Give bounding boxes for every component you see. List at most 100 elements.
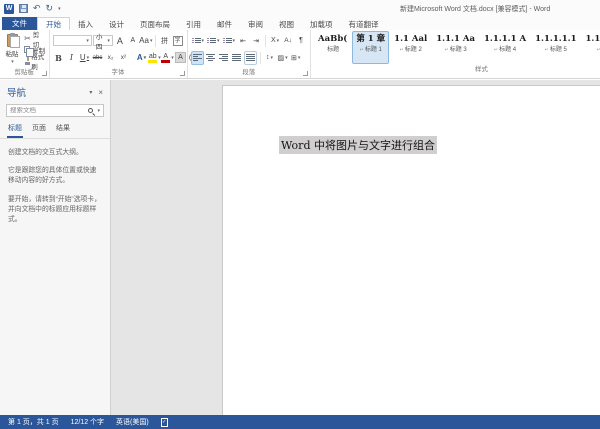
font-group: ▾ 小四 ▾ A A Aa▾ 拼 字 B I U▾ abc x₂ x²	[50, 30, 188, 78]
asian-layout-dropdown-icon[interactable]: ▾	[277, 38, 280, 44]
linked-style-marker-icon: ↵	[545, 47, 549, 53]
bullets-button[interactable]: ▾	[191, 34, 206, 48]
bullets-icon	[192, 38, 201, 43]
change-case-label: Aa	[139, 36, 149, 45]
font-color-button[interactable]: A ▾	[162, 51, 174, 65]
justify-button[interactable]	[231, 51, 243, 65]
font-name-combo[interactable]: ▾	[53, 35, 92, 46]
text-effects-dropdown-icon[interactable]: ▾	[144, 55, 147, 61]
font-size-combo[interactable]: 小四 ▾	[93, 35, 113, 46]
highlight-button[interactable]: ab ▾	[149, 51, 161, 65]
shading-button[interactable]: ▨▾	[277, 51, 289, 65]
proofing-status-icon[interactable]: ✓	[161, 418, 168, 427]
ribbon-tab[interactable]: 邮件	[209, 17, 240, 30]
line-spacing-dropdown-icon[interactable]: ▾	[270, 55, 273, 61]
cut-button[interactable]: ✂ 剪切	[24, 34, 45, 44]
multilevel-list-button[interactable]: ▾	[222, 34, 237, 48]
ribbon-tab[interactable]: 引用	[178, 17, 209, 30]
line-spacing-button[interactable]: ↕▾	[264, 51, 276, 65]
search-icon[interactable]	[88, 108, 93, 113]
text-effects-button[interactable]: A▾	[136, 51, 148, 65]
paragraph-group: ▾ ▾ ▾ ⇤ ⇥ X▾ A↓ ¶ ↕▾ ▨▾ ⊞▾	[188, 30, 312, 78]
style-gallery-item[interactable]: 第 1 章 ↵标题 1	[352, 31, 389, 64]
font-color-dropdown-icon[interactable]: ▾	[171, 55, 174, 61]
align-left-button[interactable]	[191, 51, 204, 65]
search-dropdown-icon[interactable]: ▾	[97, 108, 100, 114]
phonetic-guide-button[interactable]: 拼	[159, 34, 171, 48]
tab-file[interactable]: 文件	[2, 17, 37, 30]
change-case-button[interactable]: Aa▾	[140, 34, 152, 48]
navigation-tab[interactable]: 结果	[55, 121, 71, 138]
character-shading-icon: A	[175, 52, 186, 63]
font-size-dropdown-icon[interactable]: ▾	[107, 38, 110, 44]
paste-dropdown-icon[interactable]: ▾	[11, 59, 14, 65]
italic-button[interactable]: I	[66, 51, 78, 65]
clipboard-dialog-launcher-icon[interactable]	[42, 71, 47, 76]
word-count[interactable]: 12/12 个字	[71, 417, 104, 427]
asian-layout-button[interactable]: X▾	[269, 34, 281, 48]
numbering-dropdown-icon[interactable]: ▾	[217, 38, 220, 44]
sort-button[interactable]: A↓	[282, 34, 294, 48]
subscript-button[interactable]: x₂	[105, 51, 117, 65]
character-shading-button[interactable]: A	[175, 51, 187, 65]
document-page[interactable]: Word 中将图片与文字进行组合	[222, 85, 600, 415]
search-input[interactable]	[10, 107, 85, 114]
ribbon-tab[interactable]: 设计	[101, 17, 132, 30]
bold-button[interactable]: B	[53, 51, 65, 65]
qat-customize-dropdown-icon[interactable]: ▾	[58, 6, 61, 12]
show-hide-marks-button[interactable]: ¶	[295, 34, 307, 48]
navigation-tab[interactable]: 页面	[31, 121, 47, 138]
ribbon-tab[interactable]: 插入	[70, 17, 101, 30]
brush-icon	[24, 57, 29, 65]
decrease-indent-button[interactable]: ⇤	[237, 34, 249, 48]
style-gallery-item[interactable]: AaBb( 标题	[314, 31, 351, 64]
undo-icon[interactable]: ↶	[33, 4, 41, 13]
underline-button[interactable]: U▾	[79, 51, 91, 65]
bullets-dropdown-icon[interactable]: ▾	[202, 38, 205, 44]
style-gallery-item[interactable]: 1.1.1.1.1 ↵标题 5	[531, 31, 580, 64]
increase-indent-button[interactable]: ⇥	[250, 34, 262, 48]
numbering-button[interactable]: ▾	[206, 34, 221, 48]
navigation-options-dropdown-icon[interactable]: ▾	[89, 89, 92, 96]
ribbon-tab[interactable]: 页面布局	[132, 17, 178, 30]
shading-dropdown-icon[interactable]: ▾	[285, 55, 288, 61]
ribbon-tab[interactable]: 有道翻译	[341, 17, 387, 30]
style-gallery-item[interactable]: 1.1.1 Aa ↵标题 3	[432, 31, 479, 64]
style-name: ↵标题 3	[436, 46, 475, 55]
align-right-button[interactable]	[218, 51, 230, 65]
character-border-button[interactable]: 字	[172, 34, 184, 48]
save-icon[interactable]	[19, 4, 28, 13]
navigation-tab[interactable]: 标题	[7, 121, 23, 138]
style-gallery-item[interactable]: 1.1.1.1 A ↵标题 4	[480, 31, 530, 64]
navigation-close-icon[interactable]: ×	[98, 88, 103, 97]
document-search-box[interactable]: ▾	[6, 104, 104, 117]
ribbon-tab[interactable]: 审阅	[240, 17, 271, 30]
style-gallery-item[interactable]: 1.1 Aal ↵标题 2	[390, 31, 431, 64]
page-indicator[interactable]: 第 1 页，共 1 页	[8, 417, 59, 427]
align-right-icon	[219, 54, 228, 61]
grow-font-button[interactable]: A	[114, 34, 126, 48]
linked-style-marker-icon: ↵	[445, 47, 449, 53]
document-heading-text[interactable]: Word 中将图片与文字进行组合	[279, 136, 437, 154]
underline-dropdown-icon[interactable]: ▾	[87, 55, 90, 61]
ribbon-tab[interactable]: 视图	[271, 17, 302, 30]
language-indicator[interactable]: 英语(美国)	[116, 417, 149, 427]
change-case-dropdown-icon[interactable]: ▾	[150, 38, 153, 44]
shrink-font-button[interactable]: A	[127, 34, 139, 48]
ribbon-tab[interactable]: 加载项	[302, 17, 341, 30]
superscript-button[interactable]: x²	[118, 51, 130, 65]
multilevel-dropdown-icon[interactable]: ▾	[233, 38, 236, 44]
paragraph-dialog-launcher-icon[interactable]	[303, 71, 308, 76]
borders-button[interactable]: ⊞▾	[290, 51, 302, 65]
strikethrough-button[interactable]: abc	[92, 51, 104, 65]
format-painter-button[interactable]: 格式刷	[24, 56, 45, 66]
style-name: ↵标题 4	[484, 46, 526, 55]
distribute-button[interactable]	[244, 51, 257, 65]
font-dialog-launcher-icon[interactable]	[180, 71, 185, 76]
style-gallery-item[interactable]: 1.1.1.1.1. ↵标题 6	[582, 31, 600, 64]
paste-button[interactable]: 粘贴 ▾	[3, 32, 21, 67]
align-center-button[interactable]	[205, 51, 217, 65]
redo-icon[interactable]: ↻	[46, 4, 54, 13]
font-name-dropdown-icon[interactable]: ▾	[86, 38, 89, 44]
borders-dropdown-icon[interactable]: ▾	[298, 55, 301, 61]
